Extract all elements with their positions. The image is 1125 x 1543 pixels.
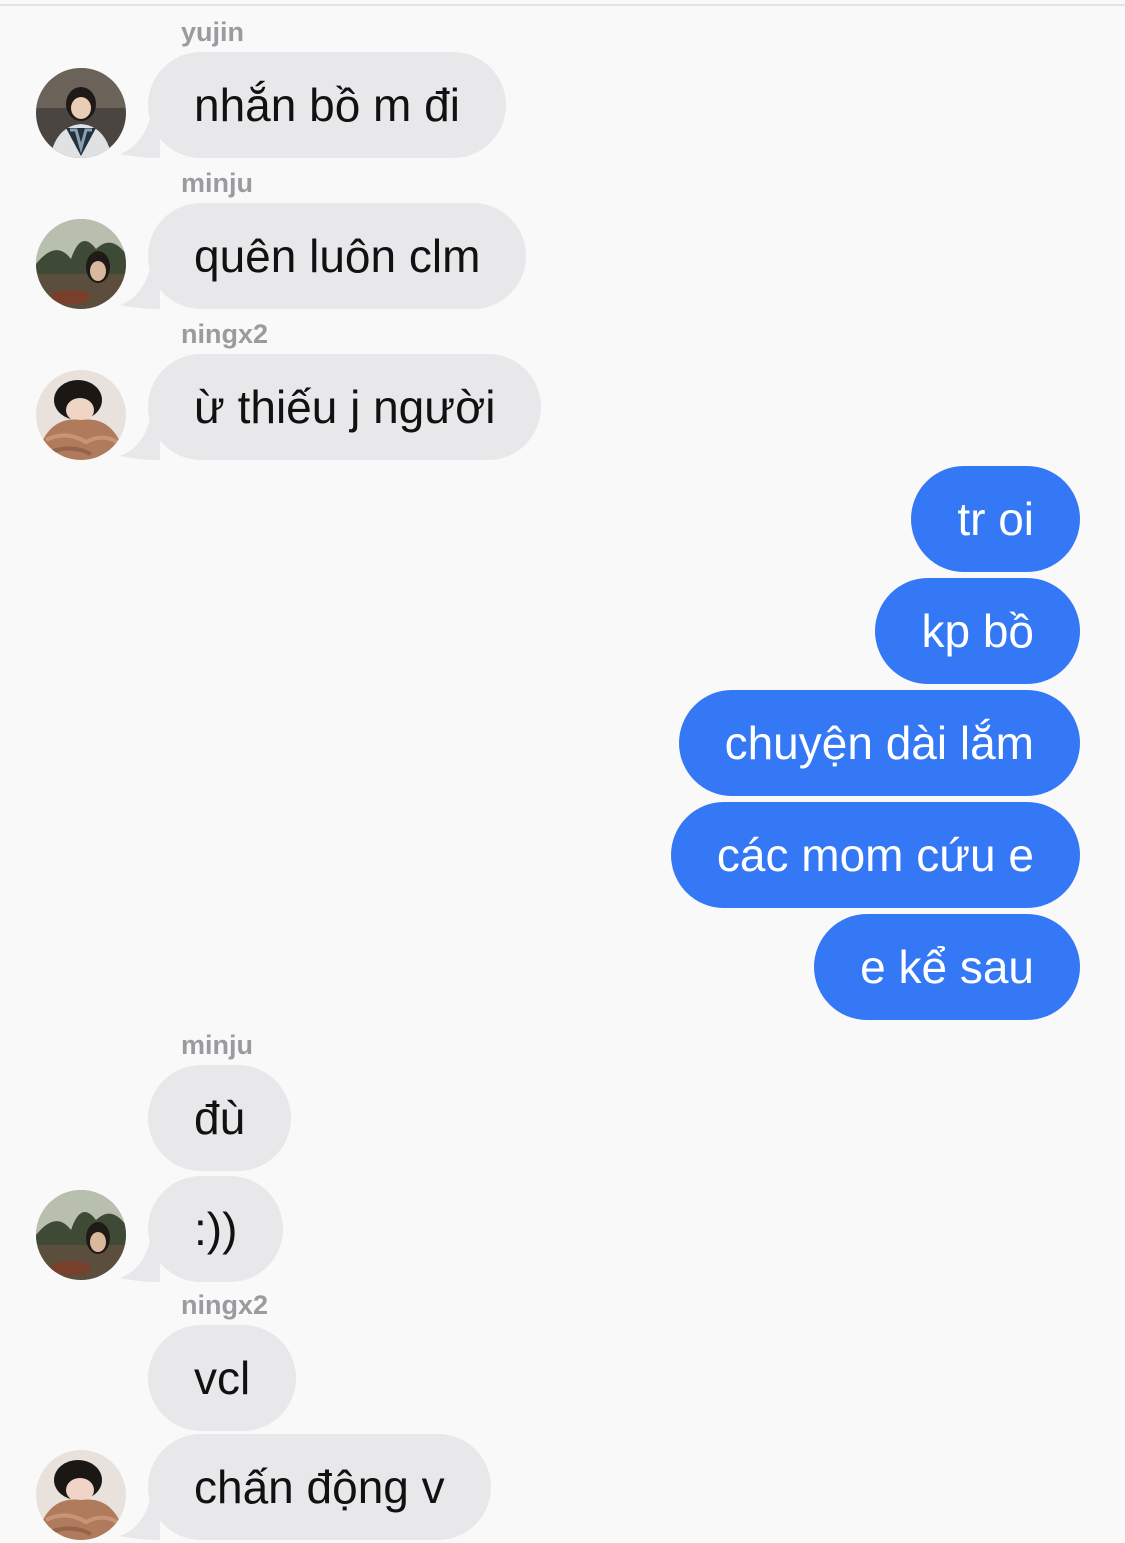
ningx2-avatar[interactable] xyxy=(36,1450,126,1540)
bubble-tail xyxy=(120,1242,160,1282)
sender-name: yujin xyxy=(181,17,245,47)
bubble-tail xyxy=(120,118,160,158)
message-bubble[interactable]: các mom cứu e xyxy=(670,802,1080,908)
message-bubble[interactable]: đù xyxy=(148,1065,292,1171)
minju-avatar[interactable] xyxy=(36,1190,126,1280)
message-bubble[interactable]: vcl xyxy=(148,1325,297,1431)
bubble-tail xyxy=(120,1500,160,1540)
bubble-tail xyxy=(120,420,160,460)
message-bubble[interactable]: chuyện dài lắm xyxy=(678,690,1080,796)
sender-name: minju xyxy=(181,1030,253,1060)
message-bubble[interactable]: chấn động v xyxy=(148,1434,491,1540)
message-bubble[interactable]: quên luôn clm xyxy=(148,203,527,309)
message-bubble[interactable]: tr oi xyxy=(911,466,1080,572)
message-bubble[interactable]: kp bồ xyxy=(875,578,1080,684)
message-bubble[interactable]: ừ thiếu j người xyxy=(148,354,542,460)
bubble-tail xyxy=(120,269,160,309)
minju-avatar[interactable] xyxy=(36,219,126,309)
top-divider xyxy=(0,4,1125,6)
sender-name: ningx2 xyxy=(181,319,269,349)
sender-name: minju xyxy=(181,168,253,198)
yujin-avatar[interactable] xyxy=(36,68,126,158)
message-bubble[interactable]: e kể sau xyxy=(814,914,1080,1020)
ningx2-avatar[interactable] xyxy=(36,370,126,460)
message-bubble[interactable]: :)) xyxy=(148,1176,284,1282)
message-bubble[interactable]: nhắn bồ m đi xyxy=(148,52,506,158)
sender-name: ningx2 xyxy=(181,1290,269,1320)
